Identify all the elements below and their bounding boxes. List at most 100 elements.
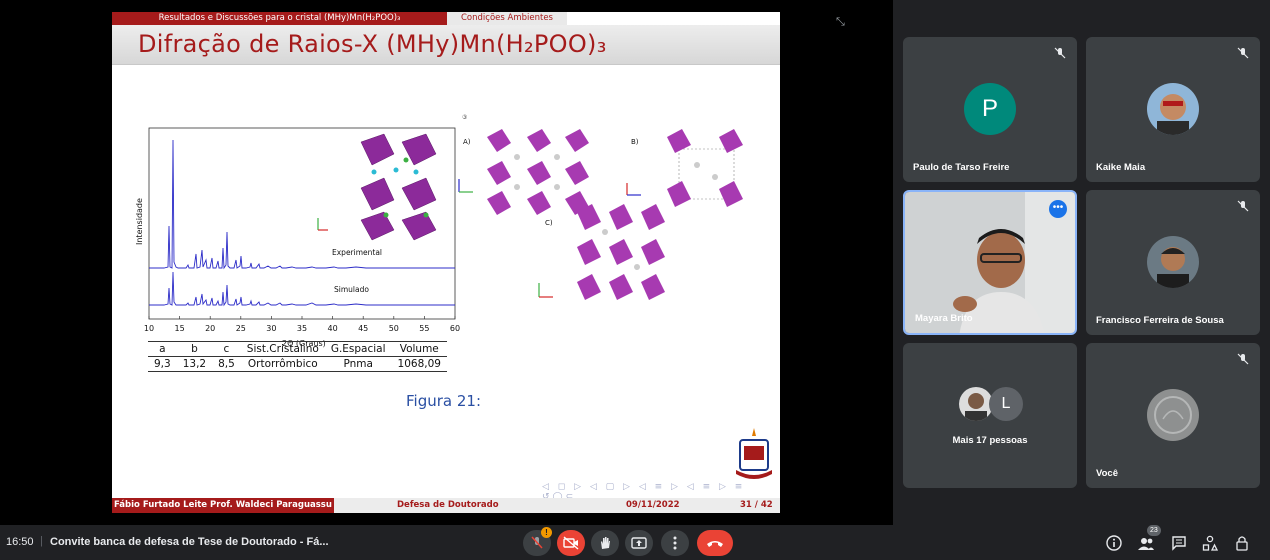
table-cell: 9,3 — [154, 358, 171, 370]
panel-label-c: C) — [545, 219, 553, 227]
experimental-pattern — [149, 139, 455, 270]
activities-button[interactable] — [1201, 534, 1219, 552]
participant-tile[interactable]: P Paulo de Tarso Freire — [903, 37, 1077, 182]
avatar-initial: L — [1001, 395, 1011, 412]
slide-footer: Fábio Furtado Leite Prof. Waldeci Paragu… — [112, 498, 780, 513]
slide-header: Resultados e Discussões para o cristal (… — [112, 12, 780, 25]
x-tick-label: 25 — [236, 324, 246, 333]
more-vert-icon — [673, 536, 677, 550]
more-participants-tile[interactable]: L Mais 17 pessoas — [903, 343, 1077, 488]
present-now-button[interactable] — [625, 530, 653, 556]
table-cell: 8,5 — [218, 358, 235, 370]
participant-tile[interactable]: Kaike Maia — [1086, 37, 1260, 182]
panel-label-b: B) — [631, 138, 639, 146]
divider: | — [40, 535, 43, 547]
mic-off-icon — [1054, 47, 1066, 59]
university-logo — [736, 428, 772, 479]
camera-off-icon — [563, 536, 579, 550]
clock: 16:50 — [6, 536, 34, 548]
avatar: P — [964, 83, 1016, 135]
more-participants-label: Mais 17 pessoas — [952, 435, 1028, 446]
panel-a-structure — [458, 129, 589, 215]
footer-event-bar: Defesa de Doutorado 09/11/2022 31 / 42 — [334, 498, 780, 513]
x-tick-label: 55 — [419, 324, 429, 333]
slide-subsection: Condições Ambientes — [447, 12, 567, 25]
inset-crystal-structure — [317, 133, 437, 241]
mic-off-icon — [531, 536, 543, 549]
mic-off-icon — [1237, 353, 1249, 365]
hand-icon — [601, 537, 610, 549]
panel-label-a: A) — [463, 138, 471, 146]
avatar: L — [989, 387, 1023, 421]
table-cell: 1068,09 — [397, 358, 441, 370]
self-tile[interactable]: Você — [1086, 343, 1260, 488]
table-cell: Ortorrômbico — [247, 358, 318, 370]
footer-page: 31 / 42 — [740, 500, 773, 510]
lock-person-icon — [1236, 536, 1248, 551]
table-header: G.Espacial — [330, 343, 386, 355]
y-axis-label: Intensidade — [135, 198, 144, 245]
crystal-structure-panels: ③ A) B) C) — [458, 114, 743, 300]
meeting-details-button[interactable] — [1105, 534, 1123, 552]
xrd-plot: Intensidade Experimental Simulado 10 15 20… — [135, 127, 460, 348]
avatar — [959, 387, 993, 421]
participant-name: Paulo de Tarso Freire — [913, 162, 1010, 173]
footer-date: 09/11/2022 — [626, 500, 680, 510]
x-tick-label: 35 — [297, 324, 307, 333]
presentation-slide: Resultados e Discussões para o cristal (… — [112, 12, 780, 513]
activities-icon — [1202, 535, 1218, 551]
mic-off-icon — [1237, 47, 1249, 59]
footer-authors: Fábio Furtado Leite Prof. Waldeci Paragu… — [112, 498, 334, 513]
table-cell: 13,2 — [182, 358, 207, 370]
footer-event: Defesa de Doutorado — [397, 500, 499, 510]
table-cell: Pnma — [343, 358, 373, 370]
x-tick-label: 50 — [389, 324, 399, 333]
figure-caption: Figura 21: — [406, 392, 481, 410]
people-icon — [1138, 538, 1154, 550]
table-header: a — [159, 343, 166, 355]
participant-name: Francisco Ferreira de Sousa — [1096, 315, 1224, 326]
people-button[interactable] — [1137, 534, 1155, 552]
chat-icon — [1172, 536, 1186, 551]
legend-simulated: Simulado — [334, 285, 369, 294]
avatar — [1147, 389, 1199, 441]
x-tick-label: 20 — [205, 324, 215, 333]
raise-hand-button[interactable] — [591, 530, 619, 556]
mic-warning-badge: ! — [541, 527, 552, 538]
more-options-button[interactable] — [661, 530, 689, 556]
camera-toggle-button[interactable] — [557, 530, 585, 556]
avatar — [1147, 83, 1199, 135]
present-icon — [631, 537, 647, 549]
participant-tile[interactable]: Francisco Ferreira de Sousa — [1086, 190, 1260, 335]
x-tick-labels: 10 15 20 25 30 35 40 45 50 55 60 — [144, 316, 460, 333]
legend-experimental: Experimental — [332, 248, 382, 257]
table-header: Sist.Cristalino — [246, 343, 319, 355]
people-count-badge: 23 — [1147, 525, 1161, 536]
avatar-initial: P — [981, 95, 998, 122]
table-header-row: a b c Sist.Cristalino G.Espacial Volume — [148, 341, 447, 357]
collapse-icon[interactable]: ⤡ — [836, 16, 845, 29]
presentation-area: Resultados e Discussões para o cristal (… — [0, 0, 893, 525]
chat-button[interactable] — [1170, 534, 1188, 552]
x-tick-label: 40 — [328, 324, 338, 333]
mic-off-icon — [1237, 200, 1249, 212]
host-controls-button[interactable] — [1233, 534, 1251, 552]
slide-title-bar: Difração de Raios-X (MHy)Mn(H₂POO)₃ — [112, 25, 780, 65]
slide-section: Resultados e Discussões para o cristal (… — [112, 12, 447, 25]
info-icon — [1106, 535, 1122, 551]
participant-tile-speaking[interactable]: ••• Mayara Brito — [903, 190, 1077, 335]
table-header: c — [223, 343, 230, 355]
leave-call-button[interactable] — [697, 530, 733, 556]
slide-title: Difração de Raios-X (MHy)Mn(H₂POO)₃ — [138, 30, 607, 58]
more-options-icon[interactable]: ••• — [1049, 200, 1067, 218]
participant-name: Mayara Brito — [915, 313, 973, 324]
avatar — [1147, 236, 1199, 288]
meet-window: Resultados e Discussões para o cristal (… — [0, 0, 1270, 560]
panel-c-structure — [538, 204, 665, 300]
participant-name: Você — [1096, 468, 1119, 479]
participant-name: Kaike Maia — [1096, 162, 1146, 173]
table-header: Volume — [399, 343, 439, 355]
table-header: b — [191, 343, 198, 355]
x-tick-label: 60 — [450, 324, 460, 333]
x-tick-label: 45 — [358, 324, 368, 333]
